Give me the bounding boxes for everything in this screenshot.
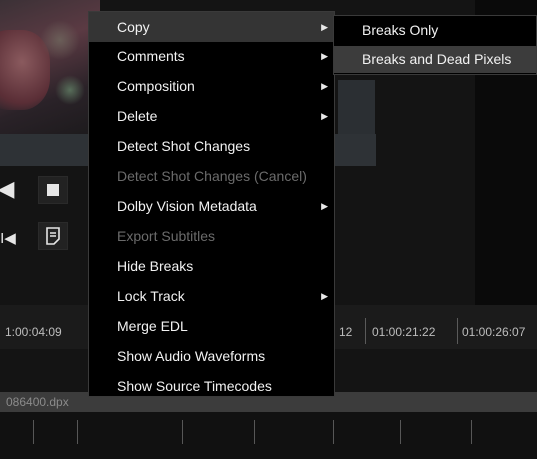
submenu-arrow-icon: ▶ (321, 111, 328, 121)
menu-item-label: Detect Shot Changes (Cancel) (117, 168, 307, 184)
submenu-item-breaks-and-dead-pixels[interactable]: Breaks and Dead Pixels (334, 46, 536, 73)
track-tick (471, 420, 472, 444)
previous-frame-icon: I◀ (0, 230, 16, 247)
track-tick (77, 420, 78, 444)
timecode-divider (457, 318, 458, 344)
menu-item-label: Copy (117, 19, 150, 35)
menu-item-label: Composition (117, 78, 195, 94)
menu-item-label: Dolby Vision Metadata (117, 198, 257, 214)
menu-item-label: Merge EDL (117, 318, 188, 334)
submenu-arrow-icon: ▶ (321, 81, 328, 91)
menu-item-detect-shot-changes-cancel: Detect Shot Changes (Cancel) (89, 161, 334, 191)
submenu-arrow-icon: ▶ (321, 201, 328, 211)
timecode-label: 01:00:26:07 (462, 325, 526, 339)
menu-item-copy[interactable]: Copy ▶ (89, 12, 334, 42)
menu-item-hide-breaks[interactable]: Hide Breaks (89, 251, 334, 281)
stop-icon (47, 184, 59, 196)
previous-frame-button[interactable]: I◀ (0, 225, 22, 251)
context-menu: Copy ▶ Comments ▶ Composition ▶ Delete ▶ Detect … (88, 11, 335, 397)
track-tick (254, 420, 255, 444)
copy-submenu: Breaks Only Breaks and Dead Pixels (333, 15, 537, 75)
menu-item-export-subtitles: Export Subtitles (89, 221, 334, 251)
menu-item-delete[interactable]: Delete ▶ (89, 101, 334, 131)
menu-item-label: Export Subtitles (117, 228, 216, 244)
menu-item-label: Show Source Timecodes (117, 378, 272, 394)
document-icon (46, 227, 60, 245)
menu-item-label: Lock Track (117, 288, 185, 304)
timecode-label: 1:00:04:09 (5, 325, 62, 339)
menu-item-merge-edl[interactable]: Merge EDL (89, 311, 334, 341)
menu-item-show-source-timecodes[interactable]: Show Source Timecodes (89, 371, 334, 401)
track-tick (333, 420, 334, 444)
menu-item-comments[interactable]: Comments ▶ (89, 41, 334, 71)
menu-item-label: Detect Shot Changes (117, 138, 251, 154)
submenu-item-label: Breaks Only (362, 22, 439, 38)
menu-item-label: Hide Breaks (117, 258, 194, 274)
submenu-arrow-icon: ▶ (321, 291, 328, 301)
play-reverse-button[interactable]: ◀ (0, 176, 20, 202)
menu-item-detect-shot-changes[interactable]: Detect Shot Changes (89, 131, 334, 161)
submenu-arrow-icon: ▶ (321, 51, 328, 61)
menu-item-dolby-vision-metadata[interactable]: Dolby Vision Metadata ▶ (89, 191, 334, 221)
menu-item-lock-track[interactable]: Lock Track ▶ (89, 281, 334, 311)
document-button[interactable] (38, 222, 68, 250)
video-preview (0, 0, 100, 134)
stop-button[interactable] (38, 176, 68, 204)
play-reverse-icon: ◀ (0, 176, 15, 201)
track-tick (182, 420, 183, 444)
submenu-arrow-icon: ▶ (321, 22, 328, 32)
timecode-label: 01:00:21:22 (372, 325, 436, 339)
menu-item-composition[interactable]: Composition ▶ (89, 71, 334, 101)
submenu-item-label: Breaks and Dead Pixels (362, 51, 512, 67)
track-row[interactable] (0, 412, 537, 459)
menu-item-show-audio-waveforms[interactable]: Show Audio Waveforms (89, 341, 334, 371)
timecode-label: 12 (339, 325, 353, 339)
clip-name: 086400.dpx (6, 395, 69, 409)
menu-item-label: Comments (117, 48, 185, 64)
timecode-divider (365, 318, 366, 344)
menu-item-label: Show Audio Waveforms (117, 348, 266, 364)
viewer-panel-edge (338, 80, 375, 134)
menu-item-label: Delete (117, 108, 158, 124)
track-tick (33, 420, 34, 444)
track-tick (400, 420, 401, 444)
submenu-item-breaks-only[interactable]: Breaks Only (334, 17, 536, 44)
